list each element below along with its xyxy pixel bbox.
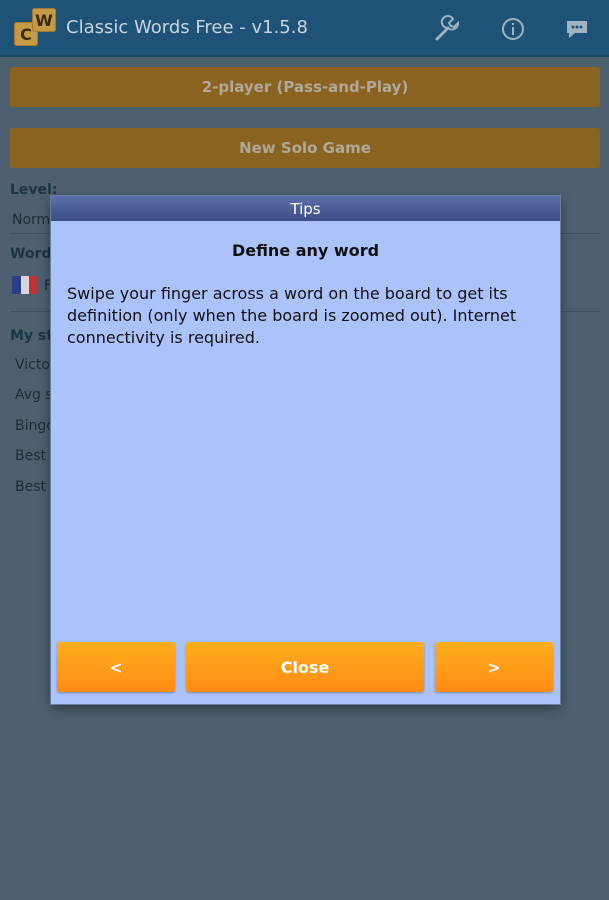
app-logo: C W bbox=[14, 6, 60, 52]
stat-item: Victo bbox=[15, 357, 50, 373]
app-bar: C W Classic Words Free - v1.5.8 bbox=[0, 0, 609, 57]
tips-dialog: Tips Define any word Swipe your finger a… bbox=[51, 196, 560, 704]
next-tip-button[interactable]: > bbox=[435, 642, 553, 692]
stat-item: Bingo bbox=[15, 418, 55, 434]
stat-item: Avg s bbox=[15, 387, 53, 403]
info-icon[interactable] bbox=[498, 14, 528, 44]
previous-tip-button[interactable]: < bbox=[57, 642, 175, 692]
logo-tile-w: W bbox=[32, 8, 56, 32]
settings-icon[interactable] bbox=[432, 14, 462, 44]
feedback-icon[interactable] bbox=[562, 14, 592, 44]
app-title: Classic Words Free - v1.5.8 bbox=[66, 17, 308, 38]
tip-body: Swipe your finger across a word on the b… bbox=[67, 284, 517, 347]
word-label: Word bbox=[10, 246, 52, 262]
stats-label: My st bbox=[10, 328, 53, 344]
new-solo-game-button[interactable]: New Solo Game bbox=[10, 128, 600, 168]
france-flag-icon bbox=[12, 276, 39, 294]
stat-item: Best t bbox=[15, 479, 56, 495]
level-value[interactable]: Norm bbox=[12, 212, 50, 228]
tip-title: Define any word bbox=[231, 241, 380, 260]
close-button[interactable]: Close bbox=[186, 642, 424, 692]
two-player-button[interactable]: 2-player (Pass-and-Play) bbox=[10, 67, 600, 107]
dialog-header: Tips bbox=[51, 196, 560, 221]
